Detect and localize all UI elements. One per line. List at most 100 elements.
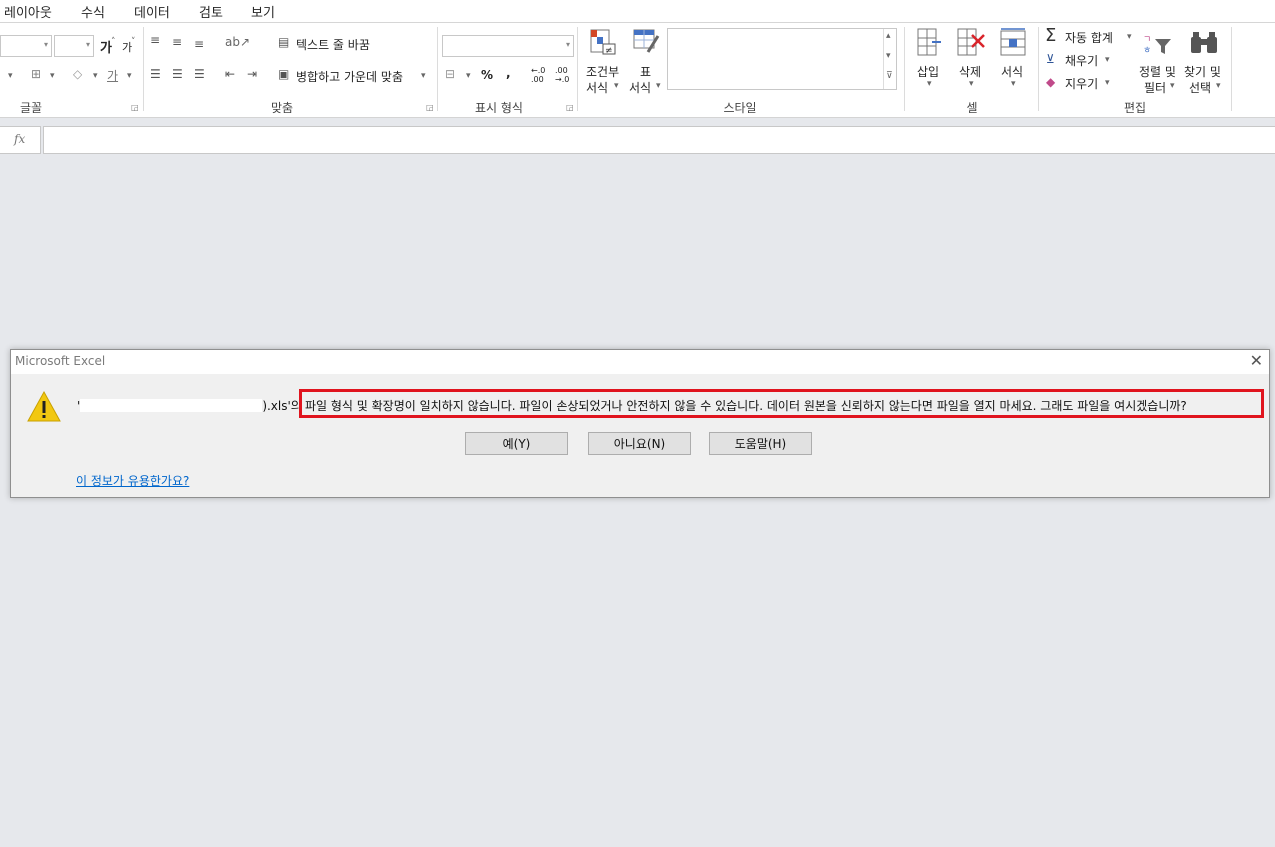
increase-font-arrow-icon: ˄	[111, 37, 116, 47]
format-cells-icon[interactable]	[998, 27, 1028, 57]
conditional-formatting-label-2[interactable]: 서식	[586, 79, 608, 96]
align-bottom-icon[interactable]: ≡	[194, 37, 204, 51]
autosum-dropdown-icon[interactable]: ▾	[1127, 32, 1132, 42]
align-left-icon[interactable]: ☰	[150, 67, 161, 81]
find-select-label-1[interactable]: 찾기 및	[1184, 63, 1221, 80]
dialog-message: 파일 형식 및 확장명이 일치하지 않습니다. 파일이 손상되었거나 안전하지 …	[305, 399, 1187, 413]
accounting-dropdown-icon[interactable]: ▾	[466, 71, 471, 81]
align-top-icon[interactable]: ≡	[150, 33, 160, 47]
tab-formulas[interactable]: 수식	[81, 2, 105, 21]
delete-dropdown-icon[interactable]: ▾	[969, 79, 974, 89]
format-cells-button[interactable]: 서식	[1001, 63, 1023, 80]
close-icon[interactable]: ✕	[1250, 351, 1263, 370]
find-binoculars-icon[interactable]	[1188, 29, 1220, 57]
conditional-formatting-dropdown-icon[interactable]: ▾	[614, 81, 619, 91]
formula-input[interactable]	[43, 126, 1275, 154]
number-group-label: 표시 형식	[475, 101, 523, 115]
group-divider	[1231, 27, 1232, 111]
merge-center-icon: ▣	[278, 67, 290, 81]
fill-icon: ⊻	[1046, 52, 1055, 66]
accounting-format-icon[interactable]: ⊟	[445, 67, 455, 81]
align-middle-icon[interactable]: ≡	[172, 35, 182, 49]
font-group-label: 글꼴	[19, 101, 43, 115]
insert-function-button[interactable]: fx	[0, 126, 41, 154]
format-table-label-1[interactable]: 표	[640, 63, 651, 80]
conditional-formatting-label-1[interactable]: 조건부	[586, 63, 619, 80]
wrap-text-button[interactable]: 텍스트 줄 바꿈	[296, 36, 370, 53]
message-file-suffix: ).xls'의	[262, 399, 302, 413]
conditional-formatting-icon[interactable]: ≠	[589, 28, 617, 56]
gallery-scrollbar[interactable]: ▴ ▾ ⊽	[883, 29, 896, 89]
warning-icon	[26, 390, 62, 424]
number-dialog-launcher-icon[interactable]: ◲	[566, 103, 574, 112]
align-right-icon[interactable]: ☰	[194, 67, 205, 81]
fill-color-icon[interactable]: ◇	[73, 67, 82, 81]
tab-view[interactable]: 보기	[251, 2, 275, 21]
borders-dropdown-icon[interactable]: ▾	[50, 71, 55, 81]
tab-review[interactable]: 검토	[199, 2, 223, 21]
fill-dropdown-icon[interactable]: ▾	[1105, 55, 1110, 65]
format-dropdown-icon[interactable]: ▾	[1011, 79, 1016, 89]
no-button[interactable]: 아니요(N)	[588, 432, 691, 455]
dialog-titlebar[interactable]: Microsoft Excel ✕	[11, 350, 1269, 374]
alignment-dialog-launcher-icon[interactable]: ◲	[426, 103, 434, 112]
decrease-indent-icon[interactable]: ⇤	[225, 67, 235, 81]
font-size-combo[interactable]: ▾	[54, 35, 94, 57]
dialog-title: Microsoft Excel	[15, 354, 106, 368]
cell-styles-gallery[interactable]: ▴ ▾ ⊽	[667, 28, 897, 90]
format-table-dropdown-icon[interactable]: ▾	[656, 81, 661, 91]
sort-filter-label-1[interactable]: 정렬 및	[1139, 63, 1176, 80]
formula-bar: fx	[0, 118, 1275, 160]
sort-filter-dropdown-icon[interactable]: ▾	[1170, 81, 1175, 91]
font-color-button[interactable]: 가	[107, 67, 118, 84]
autosum-button[interactable]: 자동 합계	[1065, 29, 1113, 46]
help-button[interactable]: 도움말(H)	[709, 432, 812, 455]
gallery-down-icon[interactable]: ▾	[886, 51, 891, 61]
increase-decimal-button[interactable]: ←.0 .00	[531, 66, 545, 84]
merge-dropdown-icon[interactable]: ▾	[421, 71, 426, 81]
clear-dropdown-icon[interactable]: ▾	[1105, 78, 1110, 88]
increase-decimal-bottom: .00	[531, 75, 544, 84]
clear-button[interactable]: 지우기	[1065, 75, 1098, 92]
gallery-up-icon[interactable]: ▴	[886, 31, 891, 41]
autosum-icon: Σ	[1045, 25, 1057, 46]
fill-color-dropdown-icon[interactable]: ▾	[93, 71, 98, 81]
merge-center-button[interactable]: 병합하고 가운데 맞춤	[296, 68, 403, 85]
alignment-group-label: 맞춤	[270, 101, 294, 115]
tab-page-layout[interactable]: 레이아웃	[4, 2, 52, 21]
tab-data[interactable]: 데이터	[134, 2, 170, 21]
font-dialog-launcher-icon[interactable]: ◲	[131, 103, 139, 112]
orientation-icon[interactable]: ab↗	[225, 35, 250, 49]
insert-dropdown-icon[interactable]: ▾	[927, 79, 932, 89]
gallery-more-icon[interactable]: ⊽	[886, 71, 893, 81]
insert-cells-button[interactable]: 삽입	[917, 63, 939, 80]
format-as-table-icon[interactable]	[632, 28, 660, 56]
percent-style-button[interactable]: %	[481, 68, 493, 82]
fx-icon: fx	[14, 132, 26, 146]
number-format-combo[interactable]: ▾	[442, 35, 574, 57]
insert-cells-icon[interactable]	[914, 27, 942, 57]
yes-button[interactable]: 예(Y)	[465, 432, 568, 455]
delete-cells-icon[interactable]	[956, 27, 986, 57]
decrease-decimal-top: .00	[555, 66, 568, 75]
delete-cells-button[interactable]: 삭제	[959, 63, 981, 80]
borders-icon[interactable]: ⊞	[31, 67, 41, 81]
font-name-combo[interactable]: ▾	[0, 35, 52, 57]
font-color-dropdown-icon[interactable]: ▾	[127, 71, 132, 81]
fill-button[interactable]: 채우기	[1065, 52, 1098, 69]
svg-text:ㅎ: ㅎ	[1143, 46, 1151, 56]
ribbon: ▾ ▾ 가 ˄ 가 ˅ ▾ ⊞ ▾ ◇ ▾ 가 ▾ 글꼴 ◲ ≡ ≡ ≡ ab↗…	[0, 23, 1275, 118]
find-select-dropdown-icon[interactable]: ▾	[1216, 81, 1221, 91]
decrease-decimal-button[interactable]: .00 →.0	[555, 66, 569, 84]
sort-filter-icon[interactable]: ㄱ ㅎ	[1142, 31, 1174, 57]
sort-filter-label-2[interactable]: 필터	[1144, 79, 1166, 96]
group-divider	[143, 27, 144, 111]
comma-style-button[interactable]: ,	[506, 66, 511, 80]
find-select-label-2[interactable]: 선택	[1189, 79, 1211, 96]
dropdown-arrow-icon[interactable]: ▾	[8, 71, 13, 81]
align-center-icon[interactable]: ☰	[172, 67, 183, 81]
cells-group-label: 셀	[966, 101, 978, 115]
increase-indent-icon[interactable]: ⇥	[247, 67, 257, 81]
format-table-label-2[interactable]: 서식	[629, 79, 651, 96]
feedback-link[interactable]: 이 정보가 유용한가요?	[76, 472, 189, 489]
